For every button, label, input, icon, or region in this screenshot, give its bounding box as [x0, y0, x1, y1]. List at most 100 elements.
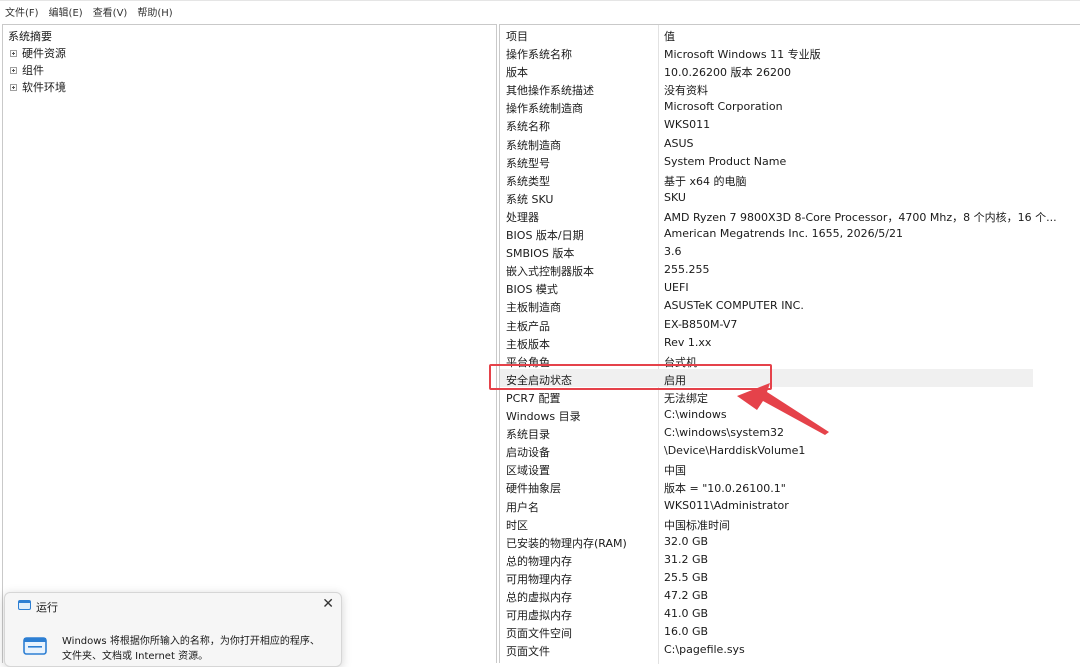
row-value: Microsoft Corporation — [664, 100, 783, 114]
tree-item-software-environment[interactable]: 软件环境 — [10, 79, 66, 95]
row-value: 10.0.26200 版本 26200 — [664, 66, 791, 80]
table-row[interactable]: 主板版本 Rev 1.xx — [500, 333, 1033, 351]
category-tree[interactable]: 系统摘要 硬件资源 组件 软件环境 — [2, 24, 497, 663]
run-app-icon — [18, 600, 31, 614]
table-row[interactable]: 页面文件空间 16.0 GB — [500, 622, 1033, 640]
row-key: 系统 SKU — [506, 192, 554, 206]
menu-help[interactable]: 帮助(H) — [137, 4, 172, 19]
expand-plus-icon[interactable] — [10, 83, 17, 91]
row-value: ASUSTeK COMPUTER INC. — [664, 299, 804, 313]
row-key: 系统目录 — [506, 428, 550, 442]
table-row[interactable]: 处理器 AMD Ryzen 7 9800X3D 8-Core Processor，… — [500, 206, 1057, 224]
row-key: 区域设置 — [506, 464, 550, 478]
table-row[interactable]: 系统名称 WKS011 — [500, 115, 1033, 133]
table-row[interactable]: 页面文件 C:\pagefile.sys — [500, 640, 1033, 658]
table-row[interactable]: 总的虚拟内存 47.2 GB — [500, 586, 1033, 604]
column-header-value[interactable]: 值 — [664, 28, 675, 44]
menu-view[interactable]: 查看(V) — [93, 4, 128, 19]
row-value: UEFI — [664, 281, 689, 295]
table-row[interactable]: 主板制造商 ASUSTeK COMPUTER INC. — [500, 296, 1033, 314]
dialog-title: 运行 — [36, 601, 58, 614]
row-key: 其他操作系统描述 — [506, 84, 594, 98]
table-row[interactable]: 安全启动状态 启用 — [500, 368, 1033, 387]
tree-item-system-summary[interactable]: 系统摘要 — [8, 28, 52, 44]
row-key: 用户名 — [506, 500, 539, 514]
row-value: American Megatrends Inc. 1655, 2026/5/21 — [664, 227, 904, 240]
tree-item-hardware-resources[interactable]: 硬件资源 — [10, 45, 66, 61]
run-dialog[interactable]: 运行 ✕ Windows 将根据你所输入的名称，为你打开相应的程序、 文件夹、文… — [4, 592, 342, 667]
table-row[interactable]: 系统型号 System Product Name — [500, 152, 1033, 170]
row-key: 已安装的物理内存(RAM) — [506, 536, 627, 550]
table-row[interactable]: SMBIOS 版本 3.6 — [500, 242, 1033, 260]
row-value: 31.2 GB — [664, 552, 709, 566]
row-key: 处理器 — [506, 210, 539, 224]
tree-item-label: 组件 — [22, 64, 44, 77]
row-value: 中国 — [664, 464, 686, 478]
row-value: 25.5 GB — [664, 570, 709, 584]
table-row[interactable]: 操作系统制造商 Microsoft Corporation — [500, 97, 1033, 115]
row-key: 版本 — [506, 66, 528, 80]
expand-plus-icon[interactable] — [10, 66, 17, 74]
table-row[interactable]: Windows 目录 C:\windows — [500, 405, 1033, 423]
table-row[interactable]: 系统类型 基于 x64 的电脑 — [500, 170, 1033, 188]
tree-item-components[interactable]: 组件 — [10, 62, 44, 78]
row-key: 操作系统名称 — [506, 48, 572, 61]
row-value: EX-B850M-V7 — [664, 317, 738, 331]
row-value: SKU — [664, 190, 686, 204]
close-button[interactable]: ✕ — [322, 596, 334, 612]
row-key: 主板产品 — [506, 319, 550, 333]
row-value: AMD Ryzen 7 9800X3D 8-Core Processor，470… — [664, 210, 1057, 224]
table-row[interactable]: 启动设备 \Device\HarddiskVolume1 — [500, 441, 1033, 459]
expand-plus-icon[interactable] — [10, 49, 17, 57]
table-row[interactable]: 平台角色 台式机 — [500, 351, 1033, 369]
row-value: 41.0 GB — [664, 607, 709, 621]
table-row[interactable]: 系统目录 C:\windows\system32 — [500, 423, 1033, 441]
details-list[interactable]: 项目 值 操作系统名称 Microsoft Windows 11 专业版版本 10.… — [499, 24, 1080, 664]
table-row[interactable]: 操作系统名称 Microsoft Windows 11 专业版 — [500, 43, 1033, 61]
row-value: WKS011 — [664, 118, 711, 132]
table-row[interactable]: 系统制造商 ASUS — [500, 134, 1033, 152]
row-value: 版本 = "10.0.26100.1" — [664, 482, 786, 496]
row-key: SMBIOS 版本 — [506, 247, 575, 261]
menu-edit[interactable]: 编辑(E) — [49, 4, 83, 19]
row-value: 47.2 GB — [664, 589, 709, 602]
row-key: 主板版本 — [506, 337, 550, 351]
table-row[interactable]: 主板产品 EX-B850M-V7 — [500, 315, 1033, 333]
table-row[interactable]: 其他操作系统描述 没有资料 — [500, 79, 1033, 97]
row-value: Microsoft Windows 11 专业版 — [664, 48, 821, 61]
row-value: 32.0 GB — [664, 534, 709, 548]
dialog-description-line: 文件夹、文档或 Internet 资源。 — [62, 651, 209, 662]
row-value: C:\pagefile.sys — [664, 643, 745, 657]
table-row[interactable]: BIOS 模式 UEFI — [500, 278, 1033, 296]
table-row[interactable]: PCR7 配置 无法绑定 — [500, 387, 1033, 405]
table-row[interactable]: 硬件抽象层 版本 = "10.0.26100.1" — [500, 477, 1033, 495]
row-key: 平台角色 — [506, 355, 550, 369]
table-row[interactable]: 可用物理内存 25.5 GB — [500, 568, 1033, 586]
table-row[interactable]: 用户名 WKS011\Administrator — [500, 496, 1033, 514]
row-key: 系统名称 — [506, 120, 550, 134]
list-header: 项目 值 — [500, 25, 1080, 43]
column-header-item[interactable]: 项目 — [506, 28, 528, 44]
table-row[interactable]: 总的物理内存 31.2 GB — [500, 550, 1033, 568]
row-key: 总的物理内存 — [506, 554, 572, 568]
table-row[interactable]: 已安装的物理内存(RAM) 32.0 GB — [500, 532, 1033, 550]
row-value: 无法绑定 — [664, 391, 708, 405]
row-key: 安全启动状态 — [506, 373, 572, 387]
table-row[interactable]: BIOS 版本/日期 American Megatrends Inc. 1655,… — [500, 224, 1033, 242]
row-value: ASUS — [664, 136, 694, 150]
row-key: PCR7 配置 — [506, 391, 561, 405]
table-row[interactable]: 系统 SKU SKU — [500, 188, 1033, 206]
row-key: 系统类型 — [506, 174, 550, 188]
row-key: 系统制造商 — [506, 138, 561, 152]
table-row[interactable]: 可用虚拟内存 41.0 GB — [500, 604, 1033, 622]
table-row[interactable]: 时区 中国标准时间 — [500, 514, 1033, 532]
table-row[interactable]: 版本 10.0.26200 版本 26200 — [500, 61, 1033, 79]
table-row[interactable]: 嵌入式控制器版本 255.255 — [500, 260, 1033, 278]
row-key: 嵌入式控制器版本 — [506, 265, 594, 279]
table-row[interactable]: 区域设置 中国 — [500, 459, 1033, 477]
row-value: Rev 1.xx — [664, 335, 712, 349]
row-key: 页面文件空间 — [506, 627, 572, 641]
row-value: 台式机 — [664, 355, 697, 369]
menu-file[interactable]: 文件(F) — [5, 4, 39, 19]
row-value: \Device\HarddiskVolume1 — [664, 444, 806, 458]
